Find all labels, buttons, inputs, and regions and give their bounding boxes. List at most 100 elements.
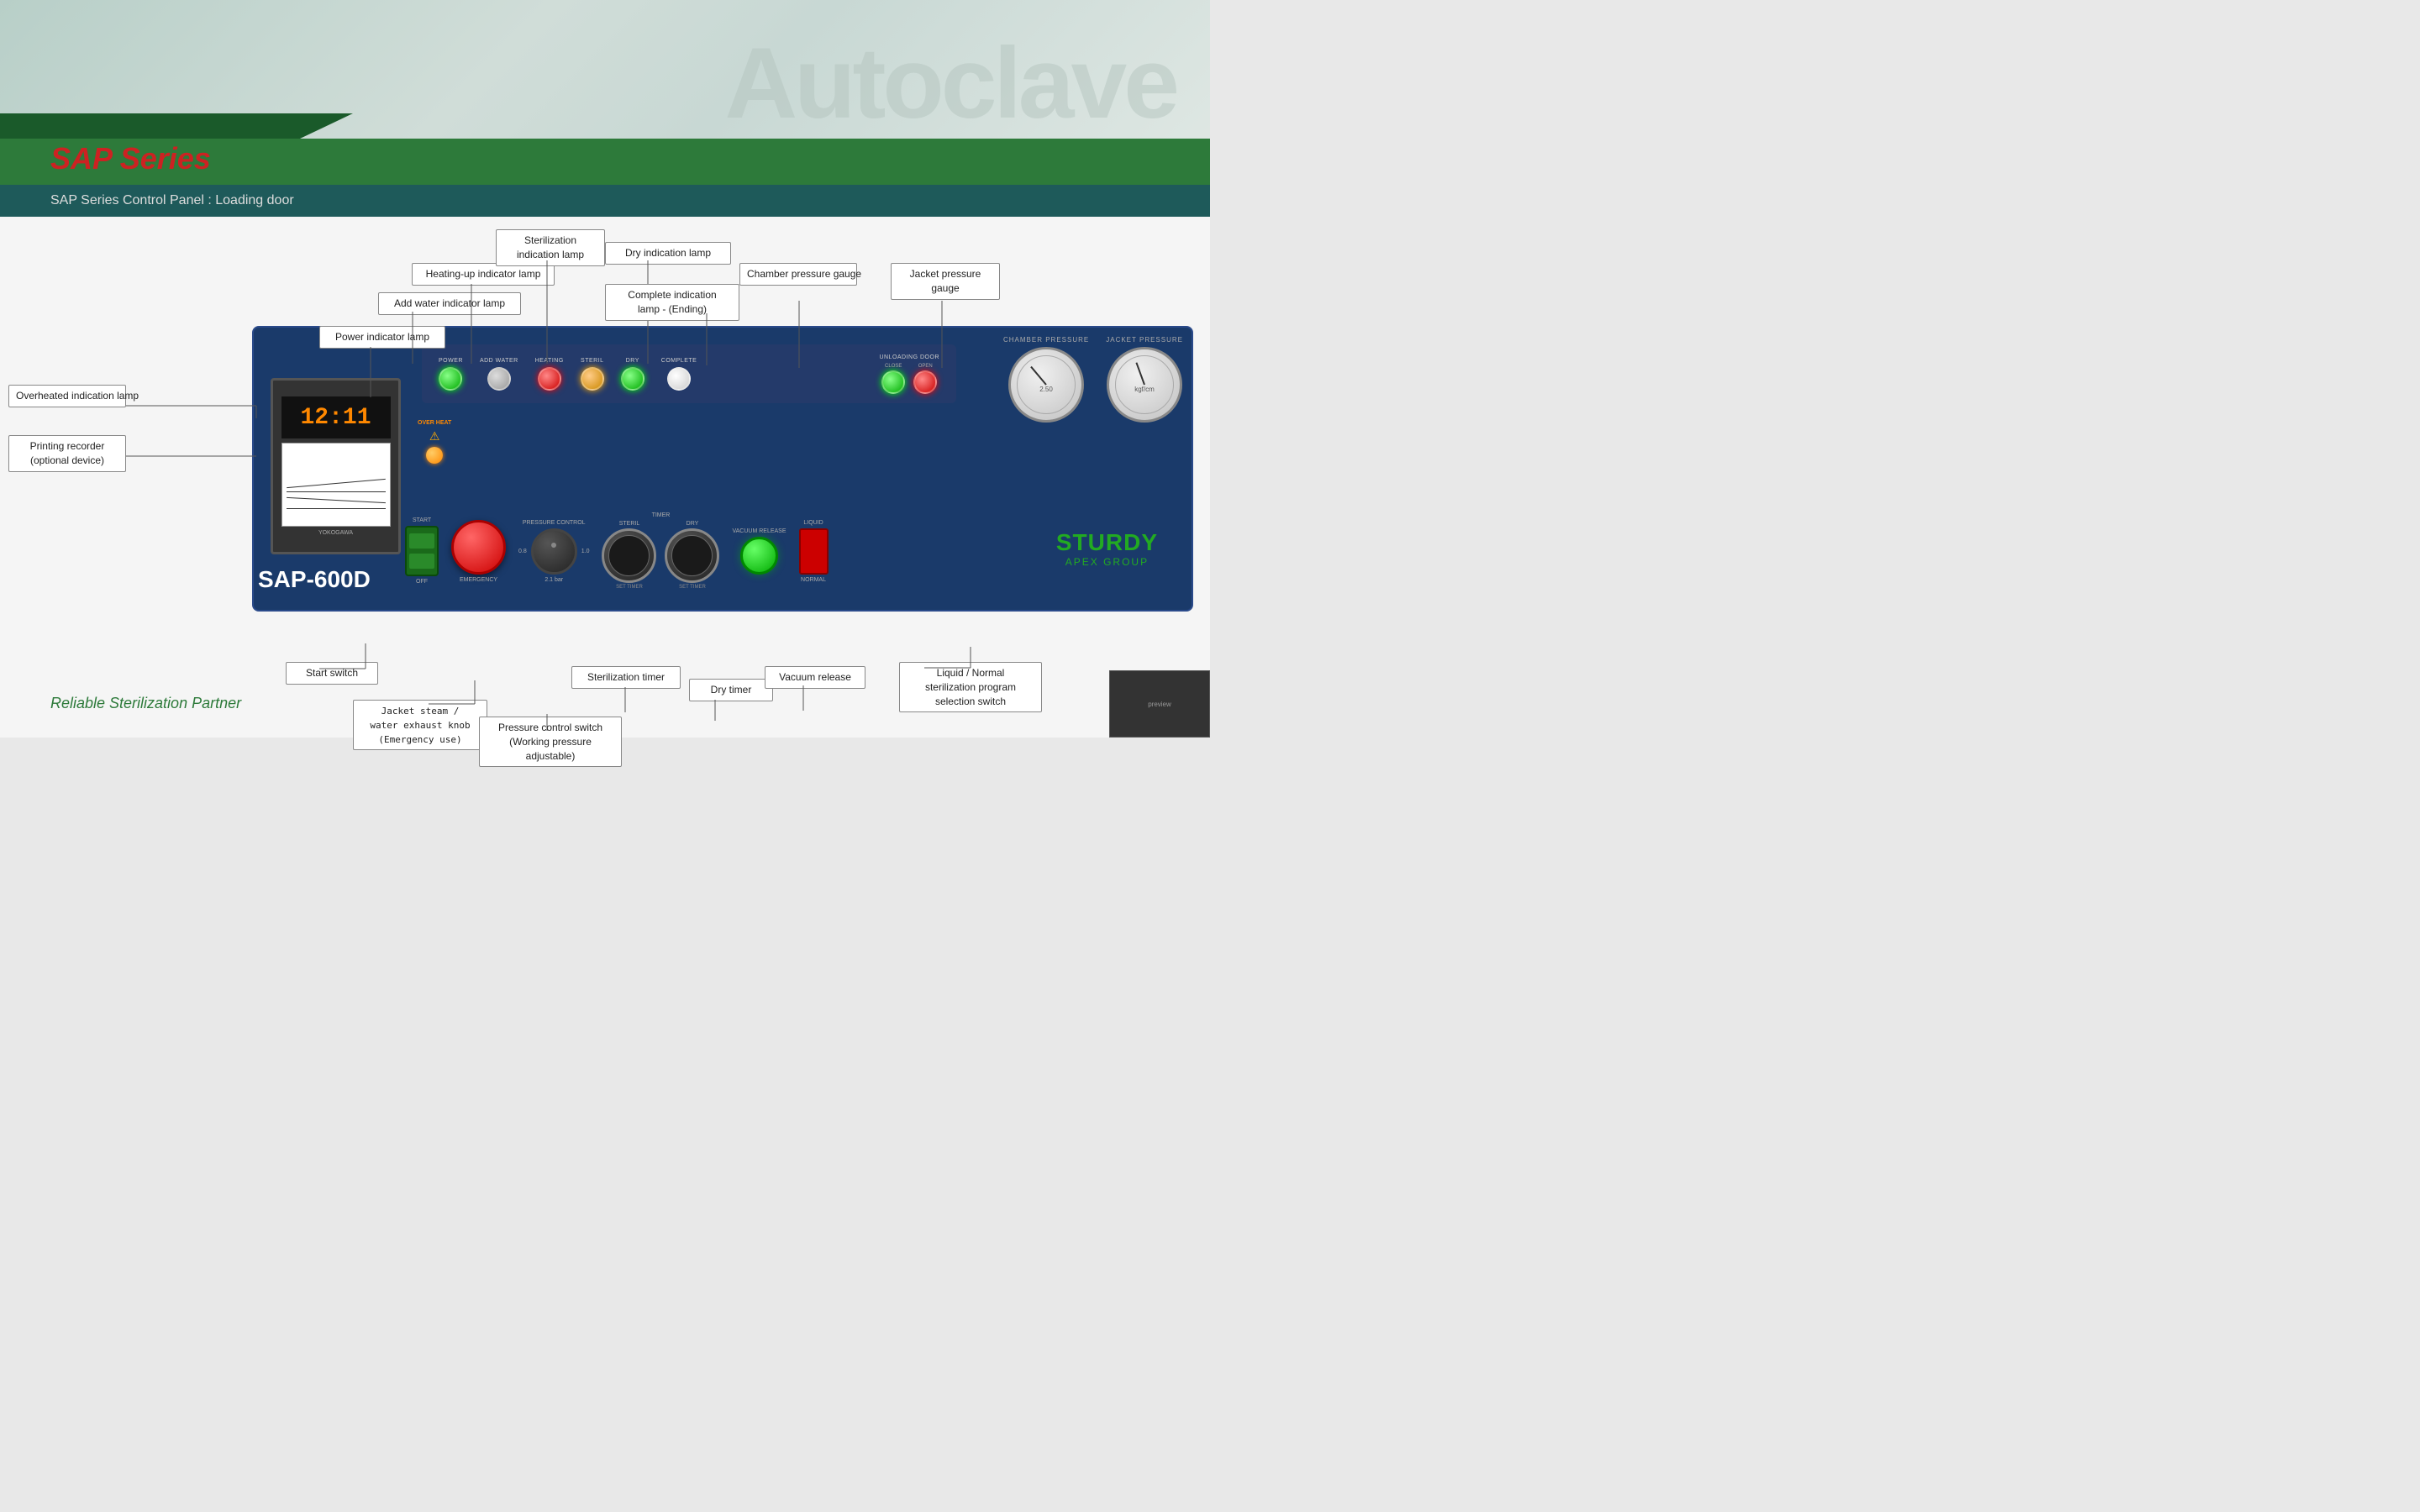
connector-liquid-normal <box>924 659 975 676</box>
connector-start <box>319 660 370 677</box>
connector-vacuum <box>802 685 804 711</box>
heating-lamp-group: HEATING <box>535 358 564 391</box>
jacket-label: JACKET PRESSURE <box>1106 336 1183 344</box>
connector-recorder <box>126 448 260 465</box>
connector-dry-timer <box>714 700 716 721</box>
power-lamp <box>439 367 462 391</box>
complete-lamp <box>667 367 691 391</box>
unloading-door-group: UNLOADING DOOR CLOSE OPEN <box>879 354 939 394</box>
power-lamp-group: POWER <box>439 358 463 391</box>
emergency-button[interactable] <box>451 520 506 575</box>
pressure-knob[interactable] <box>531 528 577 575</box>
heating-lamp <box>538 367 561 391</box>
connector-chamber <box>798 301 800 368</box>
annotation-pressure-control-text: Pressure control switch(Working pressure… <box>498 722 602 762</box>
green-bar: SAP Series <box>0 139 1210 185</box>
annotation-chamber-text: Chamber pressure gauge <box>747 268 861 280</box>
door-close-label: CLOSE <box>885 364 902 369</box>
complete-lamp-group: COMPLETE <box>661 358 697 391</box>
timer-label: TIMER <box>652 512 671 518</box>
knob-indicator <box>551 543 556 548</box>
annotation-heating: Heating-up indicator lamp <box>412 263 555 286</box>
dry-timer[interactable] <box>665 528 719 583</box>
timer-section: TIMER STERIL SET TIMER DRY <box>602 512 719 590</box>
svg-text:2.50: 2.50 <box>1039 386 1053 393</box>
connector-heating <box>471 284 472 364</box>
steril-timer-label: STERIL <box>619 521 640 527</box>
vacuum-release-button[interactable] <box>740 537 778 575</box>
dry-timer-inner <box>671 535 713 576</box>
start-switch-container: START OFF <box>405 517 439 585</box>
connector-jacket <box>941 301 943 368</box>
annotation-vacuum: Vacuum release <box>765 666 865 689</box>
annotation-add-water: Add water indicator lamp <box>378 292 521 315</box>
connector-complete <box>706 313 708 365</box>
annotation-dry: Dry indication lamp <box>605 242 731 265</box>
steril-timer-inner <box>608 535 650 576</box>
printing-recorder: 12:11 YOKOGAWA <box>271 378 401 554</box>
model-label: SAP-600D <box>258 566 371 593</box>
liquid-switch-container: LIQUID NORMAL <box>799 520 829 583</box>
annotation-complete-text: Complete indicationlamp - (Ending) <box>628 289 716 315</box>
annotation-overheated-text: Overheated indication lamp <box>16 390 139 402</box>
connector-steril-timer <box>624 687 626 712</box>
annotation-vacuum-text: Vacuum release <box>779 671 851 683</box>
start-label: START <box>413 517 431 523</box>
overheat-lamp <box>426 447 443 464</box>
annotation-dry-timer-text: Dry timer <box>711 684 752 696</box>
annotation-recorder: Printing recorder(optional device) <box>8 435 126 472</box>
unloading-door-label: UNLOADING DOOR <box>879 354 939 360</box>
annotation-jacket: Jacket pressuregauge <box>891 263 1000 300</box>
series-title: SAP Series <box>50 141 211 176</box>
annotation-pressure-control: Pressure control switch(Working pressure… <box>479 717 622 767</box>
overheat-label: OVER HEAT <box>418 420 451 426</box>
connector-overheated <box>126 397 260 423</box>
autoclave-watermark: Autoclave <box>724 25 1176 141</box>
dry-timer-label: DRY <box>687 521 699 527</box>
dry-timer-sub: SET TIMER <box>679 585 706 590</box>
recorder-display: 12:11 <box>281 396 391 438</box>
recorder-brand: YOKOGAWA <box>318 530 353 536</box>
door-close-group: CLOSE <box>881 364 905 394</box>
door-open-label: OPEN <box>918 364 933 369</box>
steril-lamp <box>581 367 604 391</box>
heating-lamp-label: HEATING <box>535 358 564 364</box>
chamber-pressure-gauge-container: CHAMBER PRESSURE 2.50 <box>1003 336 1089 423</box>
vacuum-release-container: VACUUM RELEASE <box>732 528 786 575</box>
thumbnail-preview: preview <box>1109 670 1210 738</box>
recorder-paper <box>281 443 391 527</box>
control-panel: 12:11 YOKOGAWA SAP-600D POWER ADD WATER <box>252 326 1193 612</box>
bottom-controls: START OFF EMERGENCY PRESSURE CONTROL 0.8 <box>405 501 1183 601</box>
door-close-lamp <box>881 370 905 394</box>
jacket-gauge-inner: kgf/cm <box>1115 355 1174 414</box>
steril-lamp-group: STERIL <box>581 358 604 391</box>
chamber-label: CHAMBER PRESSURE <box>1003 336 1089 344</box>
connector-add-water <box>412 312 413 364</box>
annotation-overheated: Overheated indication lamp <box>8 385 126 407</box>
start-off-label: OFF <box>416 579 428 585</box>
start-switch[interactable] <box>405 526 439 576</box>
dry-timer-container: DRY SET TIMER <box>665 521 719 590</box>
annotation-heating-text: Heating-up indicator lamp <box>426 268 541 280</box>
dark-accent-bar <box>0 113 353 139</box>
add-water-lamp-group: ADD WATER <box>480 358 518 391</box>
dry-lamp <box>621 367 644 391</box>
chamber-pressure-gauge: 2.50 <box>1008 347 1084 423</box>
brand-name: STURDY <box>1056 529 1158 556</box>
annotation-steril: Sterilizationindication lamp <box>496 229 605 266</box>
connector-steril <box>546 260 548 364</box>
door-open-lamp <box>913 370 937 394</box>
svg-text:kgf/cm: kgf/cm <box>1134 386 1155 393</box>
add-water-lamp <box>487 367 511 391</box>
annotation-power-text: Power indicator lamp <box>335 331 429 343</box>
pressure-value-min: 0.8 <box>518 549 527 554</box>
annotation-steril-text: Sterilizationindication lamp <box>517 234 584 260</box>
switch-bar-lower <box>409 554 434 569</box>
pressure-value-max: 1.0 <box>581 549 590 554</box>
emergency-container: EMERGENCY <box>451 520 506 583</box>
steril-timer-container: STERIL SET TIMER <box>602 521 656 590</box>
liquid-normal-switch[interactable] <box>799 528 829 575</box>
normal-label: NORMAL <box>801 577 826 583</box>
sterilization-timer[interactable] <box>602 528 656 583</box>
steril-timer-sub: SET TIMER <box>616 585 643 590</box>
